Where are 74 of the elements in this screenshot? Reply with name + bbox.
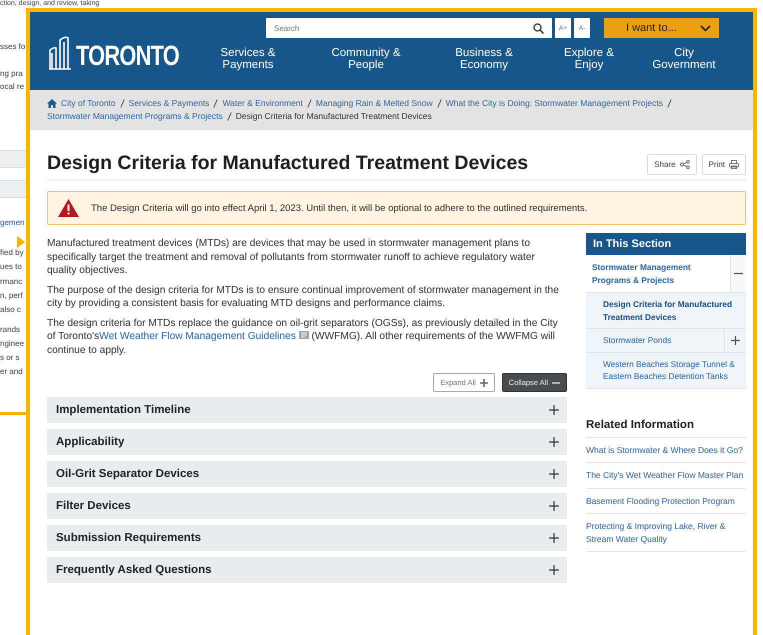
background-text: rands [0,325,20,335]
breadcrumb-link[interactable]: What the City is Doing: Stormwater Management Projects [446,97,663,110]
accordion-header[interactable]: Submission Requirements [47,525,567,551]
section-nav-item[interactable]: Design Criteria for Manufactured Treatment Devices [586,293,746,329]
plus-icon [549,565,559,575]
breadcrumb-link[interactable]: Services & Payments [128,97,210,110]
share-icon [680,160,690,169]
section-heading: In This Section [586,233,746,255]
breadcrumb-link[interactable]: Managing Rain & Melted Snow [316,97,433,110]
print-button[interactable]: Print [702,154,746,175]
plus-icon [549,405,559,415]
guidelines-link[interactable]: Wet Weather Flow Management Guidelines [99,331,309,342]
nav-link[interactable]: Business & Economy [444,47,524,71]
plus-icon [549,469,559,479]
background-text: fied by [0,248,24,258]
paragraph: The purpose of the design criteria for MTDs is to ensure continual improvement of stormwater management in the city by providing a consistent basis for evaluating MTD designs and performance claims. [47,284,560,310]
background-text: rmanc [0,277,22,287]
logo-text[interactable]: TORONTO [76,42,179,70]
city-hall-icon [48,36,72,70]
print-icon [729,160,739,169]
search-field[interactable]: Search [266,18,552,38]
background-text: s or s [0,353,20,363]
home-icon[interactable] [47,99,57,108]
related-link[interactable]: What is Stormwater & Where Does it Go? [586,438,746,463]
background-text: sses fo [0,42,26,52]
nav-link[interactable]: Services & Payments [208,47,288,71]
section-nav-item[interactable]: Western Beaches Storage Tunnel & Eastern Beaches Detention Tanks [586,352,746,388]
breadcrumb-current: Design Criteria for Manufactured Treatment Devices [236,110,432,123]
paragraph: The design criteria for MTDs replace the guidance on oil-grit separators (OGSs), as previously detailed in the City of Toronto'sWet Weather Flow Management Guidelines (WWFMG). All other requirements of the WWFMG will continue to apply. [47,316,559,357]
background-text: er and [0,367,23,377]
paragraph: Manufactured treatment devices (MTDs) are devices that may be used in stormwater management plans to specifically target the treatment and removal of pollutants from stormwater runoff to achieve regulatory water quality objectives. [47,237,536,278]
background-text: ng pra [0,69,23,79]
chevron-down-icon [700,24,711,32]
share-button[interactable]: Share [647,154,697,175]
related-link[interactable]: Basement Flooding Protection Program [586,488,746,514]
slash-icon [306,99,312,108]
alert-text: The Design Criteria will go into effect April 1, 2023. Until then, it will be optional to adhere to the outlined requirements. [91,202,588,214]
plus-icon [480,378,488,386]
background-text: nginee [0,339,24,349]
warning-icon [58,199,79,217]
accordion-header[interactable]: Filter Devices [47,493,567,519]
plus-icon [549,437,559,447]
slash-icon [436,99,442,108]
background-text: ues to [0,262,22,272]
related-link[interactable]: The City's Wet Weather Flow Master Plan [586,463,746,488]
page-title: Design Criteria for Manufactured Treatment Devices [47,152,528,175]
accordion-header[interactable]: Implementation Timeline [47,397,567,423]
background-text: also c [0,305,21,315]
slash-icon [120,99,125,108]
toggle-button[interactable] [730,255,746,292]
nav-link[interactable]: City Government [644,47,724,71]
plus-icon [549,501,559,511]
breadcrumb-link[interactable]: Stormwater Management Programs & Projects [47,110,223,123]
breadcrumb-link[interactable]: City of Toronto [61,97,116,110]
background-text: n, perf [0,291,23,301]
nav-link[interactable]: Explore & Enjoy [548,47,629,71]
related-link[interactable]: Protecting & Improving Lake, River & Stream Water Quality [586,514,746,552]
background-text: ocal re [0,82,24,92]
i-want-to-button[interactable]: I want to... [604,18,719,38]
nav-link[interactable]: Community & People [326,47,406,71]
breadcrumb-link[interactable]: Water & Environment [222,97,303,110]
document-icon [298,331,309,339]
section-nav-item[interactable]: Stormwater Ponds [586,329,746,352]
section-nav-item[interactable]: Stormwater Management Programs & Projects [586,255,746,293]
accordion-header[interactable]: Frequently Asked Questions [47,557,567,583]
plus-icon [549,533,559,543]
panel-bar [0,180,26,198]
accordion-header[interactable]: Oil-Grit Separator Devices [47,461,567,487]
search-icon[interactable] [532,22,544,34]
panel-bar [0,150,26,168]
accordion-header[interactable]: Applicability [47,429,567,455]
plus-icon [731,336,740,345]
related-heading: Related Information [586,418,746,438]
slash-icon [666,99,672,108]
